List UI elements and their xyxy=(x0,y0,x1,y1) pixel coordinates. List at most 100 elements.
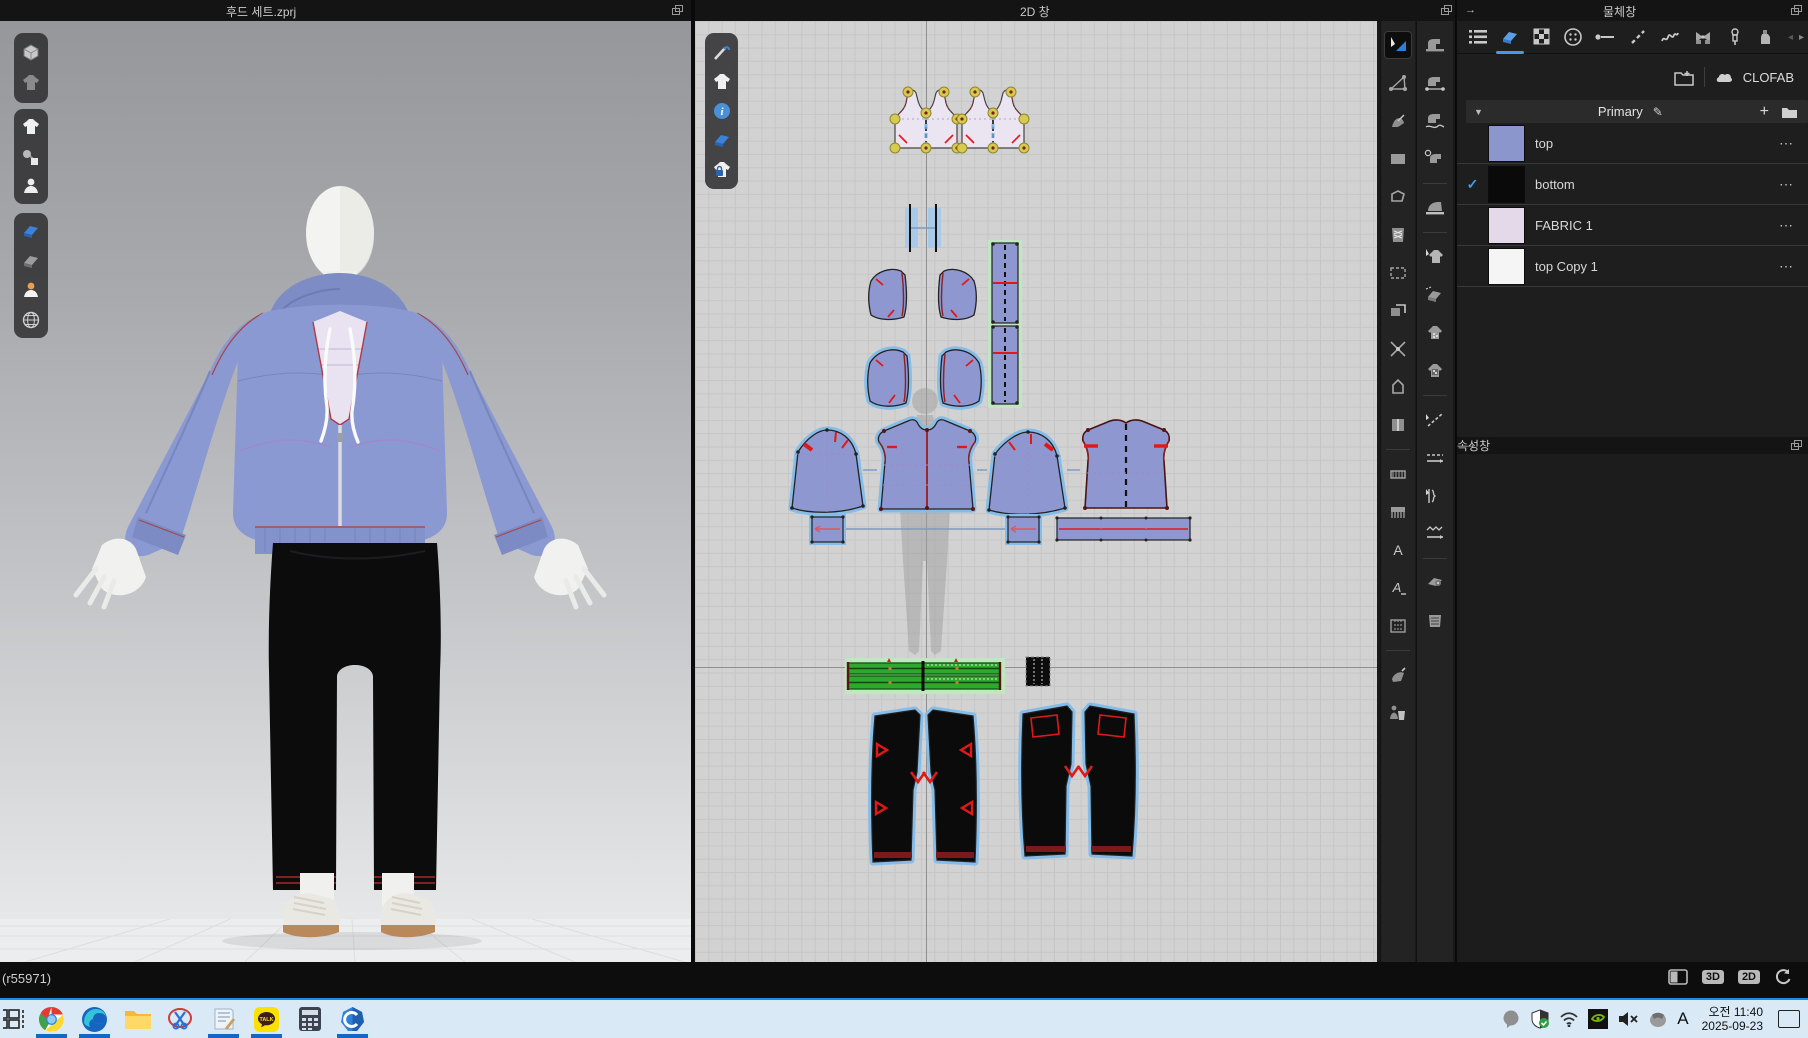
tab-fabric[interactable] xyxy=(1500,26,1520,48)
topstitch-segment-tool[interactable] xyxy=(1421,406,1449,434)
tray-wifi-icon[interactable] xyxy=(1559,1011,1579,1027)
pattern-clone-tool[interactable] xyxy=(1384,297,1412,325)
polygon-tool[interactable] xyxy=(1384,183,1412,211)
taskbar-explorer-icon[interactable] xyxy=(116,1000,159,1038)
property-collapse-icon[interactable]: → xyxy=(1465,439,1476,451)
tray-nvidia-icon[interactable] xyxy=(1588,1009,1608,1029)
hoodie-body[interactable] xyxy=(233,305,447,554)
add-folder-icon[interactable] xyxy=(1674,69,1694,86)
pattern-hem-band[interactable] xyxy=(1055,516,1191,541)
pattern-texture-tool[interactable] xyxy=(1421,357,1449,385)
2d-view-badge[interactable]: 2D xyxy=(1738,970,1760,984)
clofab-label[interactable]: CLOFAB xyxy=(1743,70,1794,85)
collapse-panel-icon[interactable]: → xyxy=(1465,4,1476,16)
pattern-sleeve-left[interactable] xyxy=(790,428,865,512)
tab-buttonhole[interactable] xyxy=(1595,26,1615,48)
edit-group-icon[interactable]: ✎ xyxy=(1653,105,1663,119)
taskbar-kakaotalk-icon[interactable]: TALK xyxy=(245,1000,288,1038)
fabric-swatch[interactable] xyxy=(1488,248,1525,285)
fabric-swatch[interactable] xyxy=(1488,207,1525,244)
pattern-tank-front[interactable] xyxy=(890,87,962,153)
tab-trim-bow[interactable] xyxy=(1693,26,1713,48)
text-tool[interactable]: A xyxy=(1384,536,1412,564)
dart-tool[interactable] xyxy=(1384,373,1412,401)
2d-undock-icon[interactable] xyxy=(1441,5,1453,16)
fabric-group-header[interactable]: ▼ Primary ✎ + xyxy=(1466,100,1808,123)
pattern-hood-side-left[interactable] xyxy=(869,269,907,319)
fabric-swatch[interactable] xyxy=(1488,166,1525,203)
cloth-grab-tool[interactable] xyxy=(1384,661,1412,689)
tab-scroll-right-icon[interactable]: ▸ xyxy=(1799,32,1804,43)
internal-polygon-tool[interactable] xyxy=(1384,259,1412,287)
pin-tool-icon[interactable] xyxy=(20,146,42,168)
avatar-pattern-tool[interactable] xyxy=(1384,699,1412,727)
tab-graphic[interactable] xyxy=(1533,26,1551,48)
pattern-waistband[interactable] xyxy=(845,658,1005,694)
info-icon[interactable]: i xyxy=(712,101,732,121)
property-undock-icon[interactable] xyxy=(1791,440,1803,451)
topstitch-free-tool[interactable] xyxy=(1421,444,1449,472)
show-garment-icon[interactable] xyxy=(20,116,42,138)
tab-object-list[interactable] xyxy=(1469,26,1487,48)
show-garment-2d-icon[interactable] xyxy=(712,72,732,92)
fusing-iron-tool[interactable] xyxy=(1421,194,1449,222)
clofab-logo-icon[interactable] xyxy=(1715,70,1733,84)
pattern-sleeve-right[interactable] xyxy=(987,430,1067,514)
fabric-more-icon[interactable]: ⋯ xyxy=(1779,176,1794,193)
bonding-tool[interactable] xyxy=(1421,569,1449,597)
lacing-tool[interactable] xyxy=(1384,221,1412,249)
taskbar-chrome-icon[interactable] xyxy=(30,1000,73,1038)
tray-volume-muted-icon[interactable] xyxy=(1617,1010,1639,1028)
comb-tool[interactable] xyxy=(1384,498,1412,526)
3d-scene[interactable] xyxy=(0,21,691,962)
elastic-tool[interactable] xyxy=(1421,482,1449,510)
pants[interactable] xyxy=(269,543,441,890)
pattern-pocket-square[interactable] xyxy=(1026,657,1050,686)
pattern-tank-back[interactable] xyxy=(957,87,1029,153)
needle-icon[interactable] xyxy=(712,42,732,62)
sync-icon[interactable] xyxy=(1774,968,1792,986)
pattern-bodice-back[interactable] xyxy=(1083,420,1170,510)
pattern-hood-band-1[interactable] xyxy=(988,240,1022,326)
pattern-cuff-left[interactable] xyxy=(810,515,844,543)
add-fabric-icon[interactable]: + xyxy=(1760,103,1769,121)
fabric-more-icon[interactable]: ⋯ xyxy=(1779,258,1794,275)
fabric-row-bottom[interactable]: ✓ bottom ⋯ xyxy=(1457,164,1808,205)
fabric-swatch[interactable] xyxy=(1488,125,1525,162)
fabric-row-top-copy-1[interactable]: ✓ top Copy 1 ⋯ xyxy=(1457,246,1808,287)
tab-puckering[interactable] xyxy=(1660,26,1680,48)
taskbar-calculator-icon[interactable] xyxy=(288,1000,331,1038)
lock-garment-icon[interactable] xyxy=(712,160,732,180)
tray-security-icon[interactable] xyxy=(1530,1009,1550,1029)
notch-tool[interactable] xyxy=(1384,335,1412,363)
start-button[interactable] xyxy=(0,1000,30,1038)
split-view-icon[interactable] xyxy=(1668,969,1688,985)
grading-text-tool[interactable]: A xyxy=(1384,574,1412,602)
seam-allowance-tool[interactable] xyxy=(1384,460,1412,488)
show-avatar-icon[interactable] xyxy=(20,175,42,197)
2d-pattern-canvas[interactable]: i xyxy=(695,21,1377,962)
free-sewing-tool[interactable] xyxy=(1421,69,1449,97)
tab-zipper[interactable] xyxy=(1726,26,1744,48)
pattern-pants-front[interactable] xyxy=(872,710,977,862)
fabric-hanger-tool[interactable] xyxy=(1421,281,1449,309)
avatar-skin-icon[interactable] xyxy=(20,279,42,301)
pattern-hood-right-selected[interactable] xyxy=(941,350,982,406)
taskbar-edge-icon[interactable] xyxy=(73,1000,116,1038)
3d-garment-display-icon[interactable] xyxy=(20,72,42,94)
pattern-drawcord[interactable] xyxy=(905,204,941,252)
3d-render-cube-icon[interactable] xyxy=(20,42,42,64)
edit-sewing-tool[interactable] xyxy=(1421,145,1449,173)
globe-icon[interactable] xyxy=(20,309,42,331)
tab-scroll-left-icon[interactable]: ◂ xyxy=(1788,32,1793,43)
pattern-hood-left-selected[interactable] xyxy=(868,350,909,406)
fabric-blue-icon[interactable] xyxy=(20,220,42,242)
fabric-more-icon[interactable]: ⋯ xyxy=(1779,135,1794,152)
tray-chat-icon[interactable] xyxy=(1501,1010,1521,1028)
object-window-undock-icon[interactable] xyxy=(1791,5,1803,16)
3d-undock-icon[interactable] xyxy=(672,5,684,16)
mn-sewing-tool[interactable] xyxy=(1421,107,1449,135)
edit-pattern-tool[interactable] xyxy=(1384,69,1412,97)
3d-avatar-garment[interactable] xyxy=(0,21,691,962)
pattern-pants-back[interactable] xyxy=(1022,706,1136,856)
